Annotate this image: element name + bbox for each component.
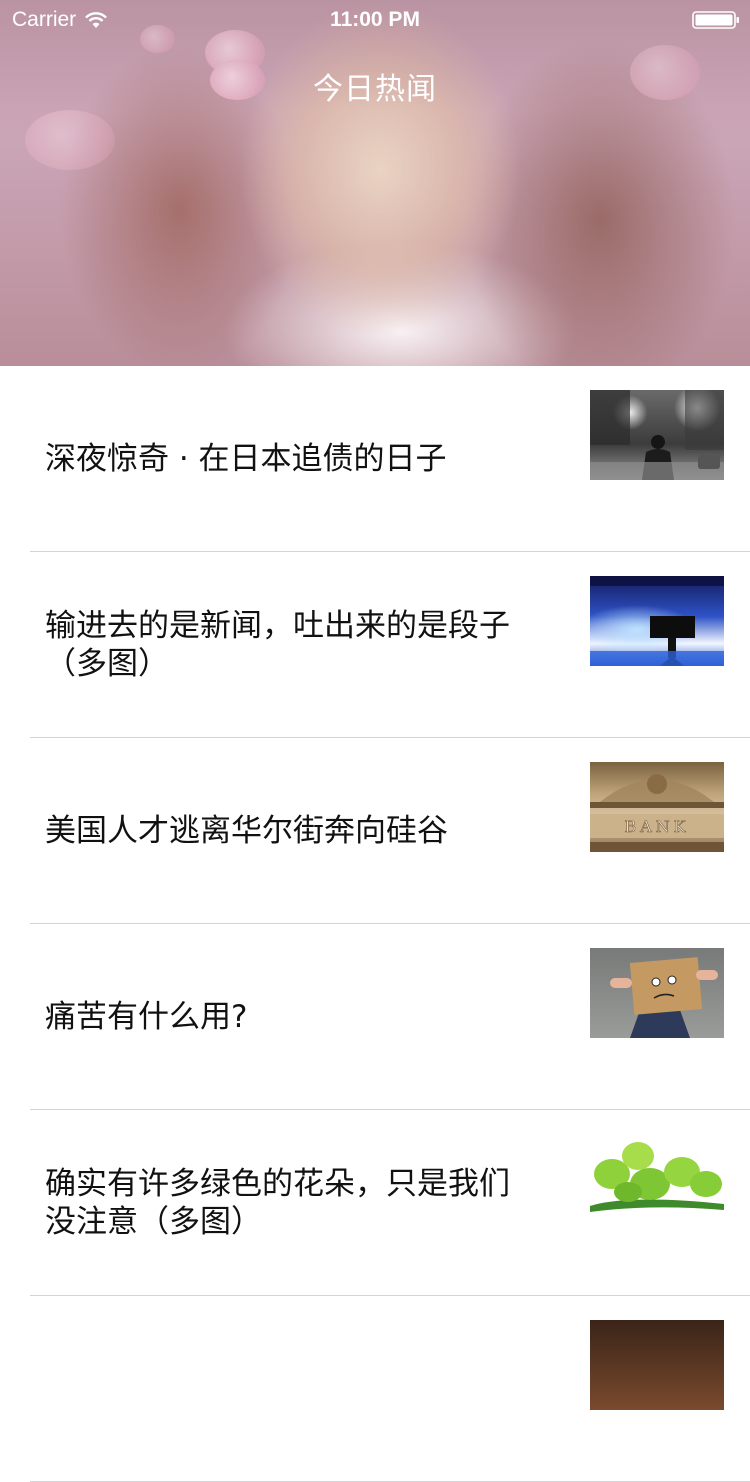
header-banner-image: Carrier 11:00 PM 今日热闻 — [0, 0, 750, 366]
news-list-item[interactable]: 输进去的是新闻，吐出来的是段子（多图） — [30, 552, 750, 738]
news-title: 痛苦有什么用? — [45, 998, 248, 1035]
news-thumbnail — [590, 1134, 724, 1224]
news-list-item[interactable] — [30, 1296, 750, 1482]
svg-text:BANK: BANK — [624, 817, 689, 836]
news-list-item[interactable]: 深夜惊奇 · 在日本追债的日子 — [30, 366, 750, 552]
news-thumbnail — [590, 390, 724, 480]
news-list-item[interactable]: 确实有许多绿色的花朵，只是我们没注意（多图） — [30, 1110, 750, 1296]
banner-shade — [0, 0, 750, 366]
news-thumbnail — [590, 576, 724, 666]
status-bar: Carrier 11:00 PM — [0, 0, 750, 40]
news-thumbnail — [590, 948, 724, 1038]
status-time: 11:00 PM — [330, 8, 420, 31]
news-title: 输进去的是新闻，吐出来的是段子（多图） — [45, 607, 510, 682]
battery-icon — [692, 11, 739, 29]
news-title: 美国人才逃离华尔街奔向硅谷 — [45, 812, 448, 849]
news-list-item[interactable]: 美国人才逃离华尔街奔向硅谷 BANK — [30, 738, 750, 924]
news-list: 深夜惊奇 · 在日本追债的日子 输进去的是新闻，吐出来的是段子（多图） 美国人才… — [0, 366, 750, 1482]
news-title: 深夜惊奇 · 在日本追债的日子 — [45, 440, 447, 477]
page-title: 今日热闻 — [313, 72, 437, 107]
news-list-item[interactable]: 痛苦有什么用? — [30, 924, 750, 1110]
news-thumbnail: BANK — [590, 762, 724, 852]
news-title: 确实有许多绿色的花朵，只是我们没注意（多图） — [45, 1165, 510, 1240]
